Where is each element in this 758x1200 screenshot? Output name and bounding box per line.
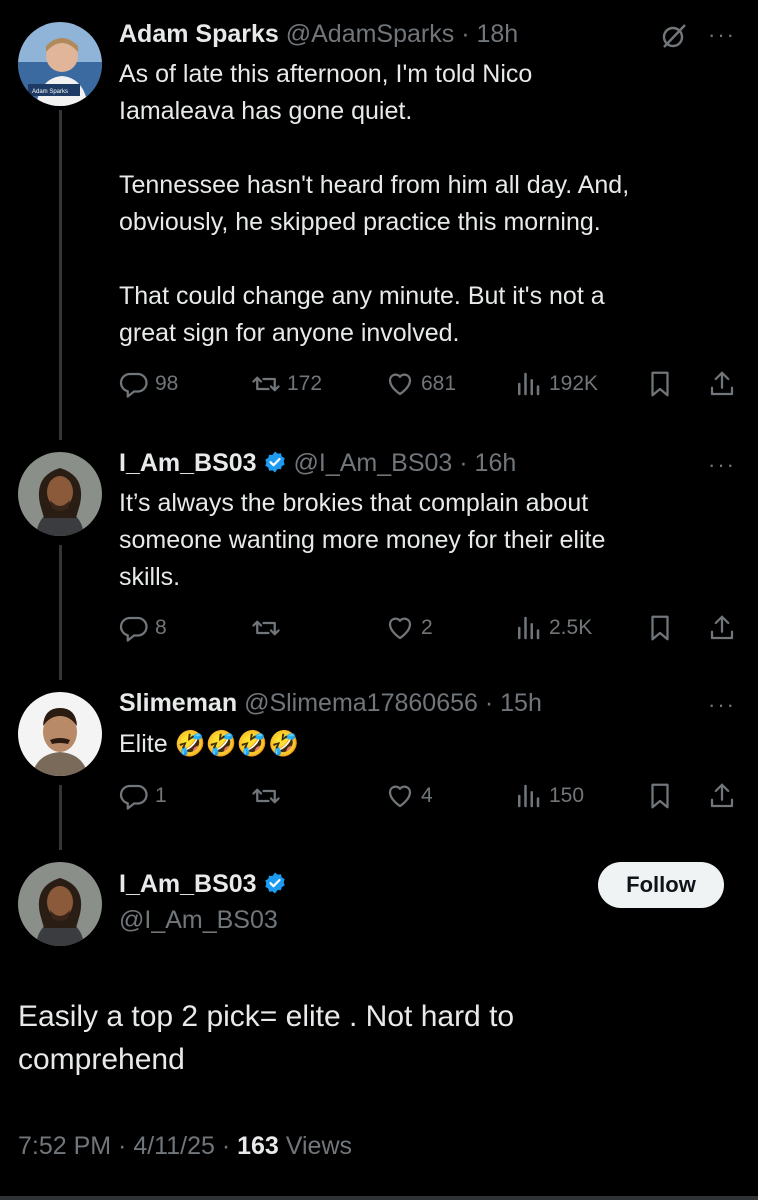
svg-text:Adam Sparks: Adam Sparks bbox=[32, 89, 68, 95]
bookmark-icon bbox=[651, 783, 669, 809]
like-count: 4 bbox=[421, 784, 433, 807]
bookmark-icon bbox=[651, 371, 669, 397]
repost-count: 172 bbox=[287, 372, 323, 395]
reply-count: 98 bbox=[155, 372, 179, 395]
avatar[interactable] bbox=[18, 452, 102, 536]
repost-icon bbox=[252, 376, 280, 392]
thread-line bbox=[59, 110, 62, 440]
reply-icon bbox=[119, 372, 148, 398]
share-icon bbox=[710, 371, 734, 396]
views-count: 2.5K bbox=[549, 616, 593, 639]
main-author-name[interactable]: I_Am_BS03 bbox=[119, 870, 287, 902]
author-name[interactable]: I_Am_BS03 bbox=[119, 449, 257, 477]
tweet-text: As of late this afternoon, I'm told Nico… bbox=[119, 60, 630, 347]
views-button[interactable]: 192K bbox=[513, 366, 598, 402]
like-icon bbox=[388, 373, 412, 396]
share-button[interactable] bbox=[707, 778, 737, 814]
grok-icon[interactable] bbox=[660, 22, 688, 50]
tweet-header: I_Am_BS03 @I_Am_BS03 · 16h bbox=[119, 449, 516, 481]
repost-button[interactable]: 172 bbox=[251, 366, 322, 402]
tweet-header: Adam Sparks @AdamSparks · 18h bbox=[119, 20, 518, 49]
bookmark-button[interactable] bbox=[645, 778, 675, 814]
like-count: 681 bbox=[421, 372, 457, 395]
author-handle[interactable]: @I_Am_BS03 bbox=[294, 449, 453, 477]
like-button[interactable]: 4 bbox=[385, 778, 433, 814]
repost-button[interactable] bbox=[251, 610, 281, 646]
repost-icon bbox=[252, 620, 280, 636]
tweet-header: Slimeman @Slimema17860656 · 15h bbox=[119, 689, 542, 718]
views-icon bbox=[518, 616, 540, 640]
share-button[interactable] bbox=[707, 610, 737, 646]
like-icon bbox=[388, 785, 412, 808]
tweet-text: Elite 🤣🤣🤣🤣 bbox=[119, 730, 300, 758]
avatar[interactable]: Adam Sparks bbox=[18, 22, 102, 106]
reply-icon bbox=[119, 784, 148, 810]
author-name[interactable]: Adam Sparks bbox=[119, 20, 279, 48]
like-button[interactable]: 2 bbox=[385, 610, 433, 646]
bookmark-icon bbox=[651, 615, 669, 641]
follow-button[interactable]: Follow bbox=[598, 862, 724, 908]
reply-icon bbox=[119, 616, 148, 642]
avatar[interactable] bbox=[18, 862, 102, 946]
avatar[interactable] bbox=[18, 692, 102, 776]
views-icon bbox=[518, 784, 540, 808]
tweet-timestamp[interactable]: 7:52 PM · 4/11/25 · bbox=[18, 1132, 237, 1160]
author-handle[interactable]: @I_Am_BS03 bbox=[119, 906, 278, 935]
views-icon bbox=[518, 372, 540, 396]
tweet-actions: 8 2 2.5K bbox=[119, 610, 739, 646]
tweet-meta: 7:52 PM · 4/11/25 · 163 Views bbox=[18, 1132, 352, 1161]
reply-count: 8 bbox=[155, 616, 167, 639]
views-count: 150 bbox=[549, 784, 585, 807]
more-options-icon[interactable]: ··· bbox=[708, 452, 736, 478]
bookmark-button[interactable] bbox=[645, 366, 675, 402]
author-name[interactable]: Slimeman bbox=[119, 689, 237, 717]
views-count: 163 bbox=[237, 1132, 279, 1160]
more-options-icon[interactable]: ··· bbox=[708, 692, 736, 718]
repost-button[interactable] bbox=[251, 778, 281, 814]
views-label: Views bbox=[278, 1132, 352, 1160]
more-options-icon[interactable]: ··· bbox=[708, 22, 736, 48]
views-count: 192K bbox=[549, 372, 599, 395]
repost-icon bbox=[252, 788, 280, 804]
tweet-actions: 98 172 681 192K bbox=[119, 366, 739, 402]
like-button[interactable]: 681 bbox=[385, 366, 456, 402]
author-handle[interactable]: @Slimema17860656 bbox=[244, 689, 478, 717]
thread-line bbox=[59, 785, 62, 850]
author-handle[interactable]: @AdamSparks bbox=[286, 20, 455, 48]
tweet-time[interactable]: · 15h bbox=[485, 689, 542, 717]
verified-badge-icon bbox=[263, 450, 287, 481]
thread-line bbox=[59, 545, 62, 680]
bookmark-button[interactable] bbox=[645, 610, 675, 646]
share-button[interactable] bbox=[707, 366, 737, 402]
tweet-time[interactable]: · 16h bbox=[459, 449, 516, 477]
like-icon bbox=[388, 617, 412, 640]
reply-count: 1 bbox=[155, 784, 167, 807]
share-icon bbox=[710, 615, 734, 640]
like-count: 2 bbox=[421, 616, 433, 639]
verified-badge-icon bbox=[263, 871, 287, 902]
tweet-time[interactable]: · 18h bbox=[461, 20, 518, 48]
tweet-actions: 1 4 150 bbox=[119, 778, 739, 814]
views-button[interactable]: 150 bbox=[513, 778, 584, 814]
reply-button[interactable]: 8 bbox=[119, 610, 167, 646]
author-name[interactable]: I_Am_BS03 bbox=[119, 870, 257, 898]
reply-button[interactable]: 98 bbox=[119, 366, 178, 402]
divider bbox=[0, 1196, 758, 1200]
tweet-text: It’s always the brokies that complain ab… bbox=[119, 489, 606, 591]
views-button[interactable]: 2.5K bbox=[513, 610, 592, 646]
share-icon bbox=[710, 783, 734, 808]
main-tweet-text: Easily a top 2 pick= elite . Not hard to… bbox=[18, 1000, 515, 1076]
reply-button[interactable]: 1 bbox=[119, 778, 167, 814]
